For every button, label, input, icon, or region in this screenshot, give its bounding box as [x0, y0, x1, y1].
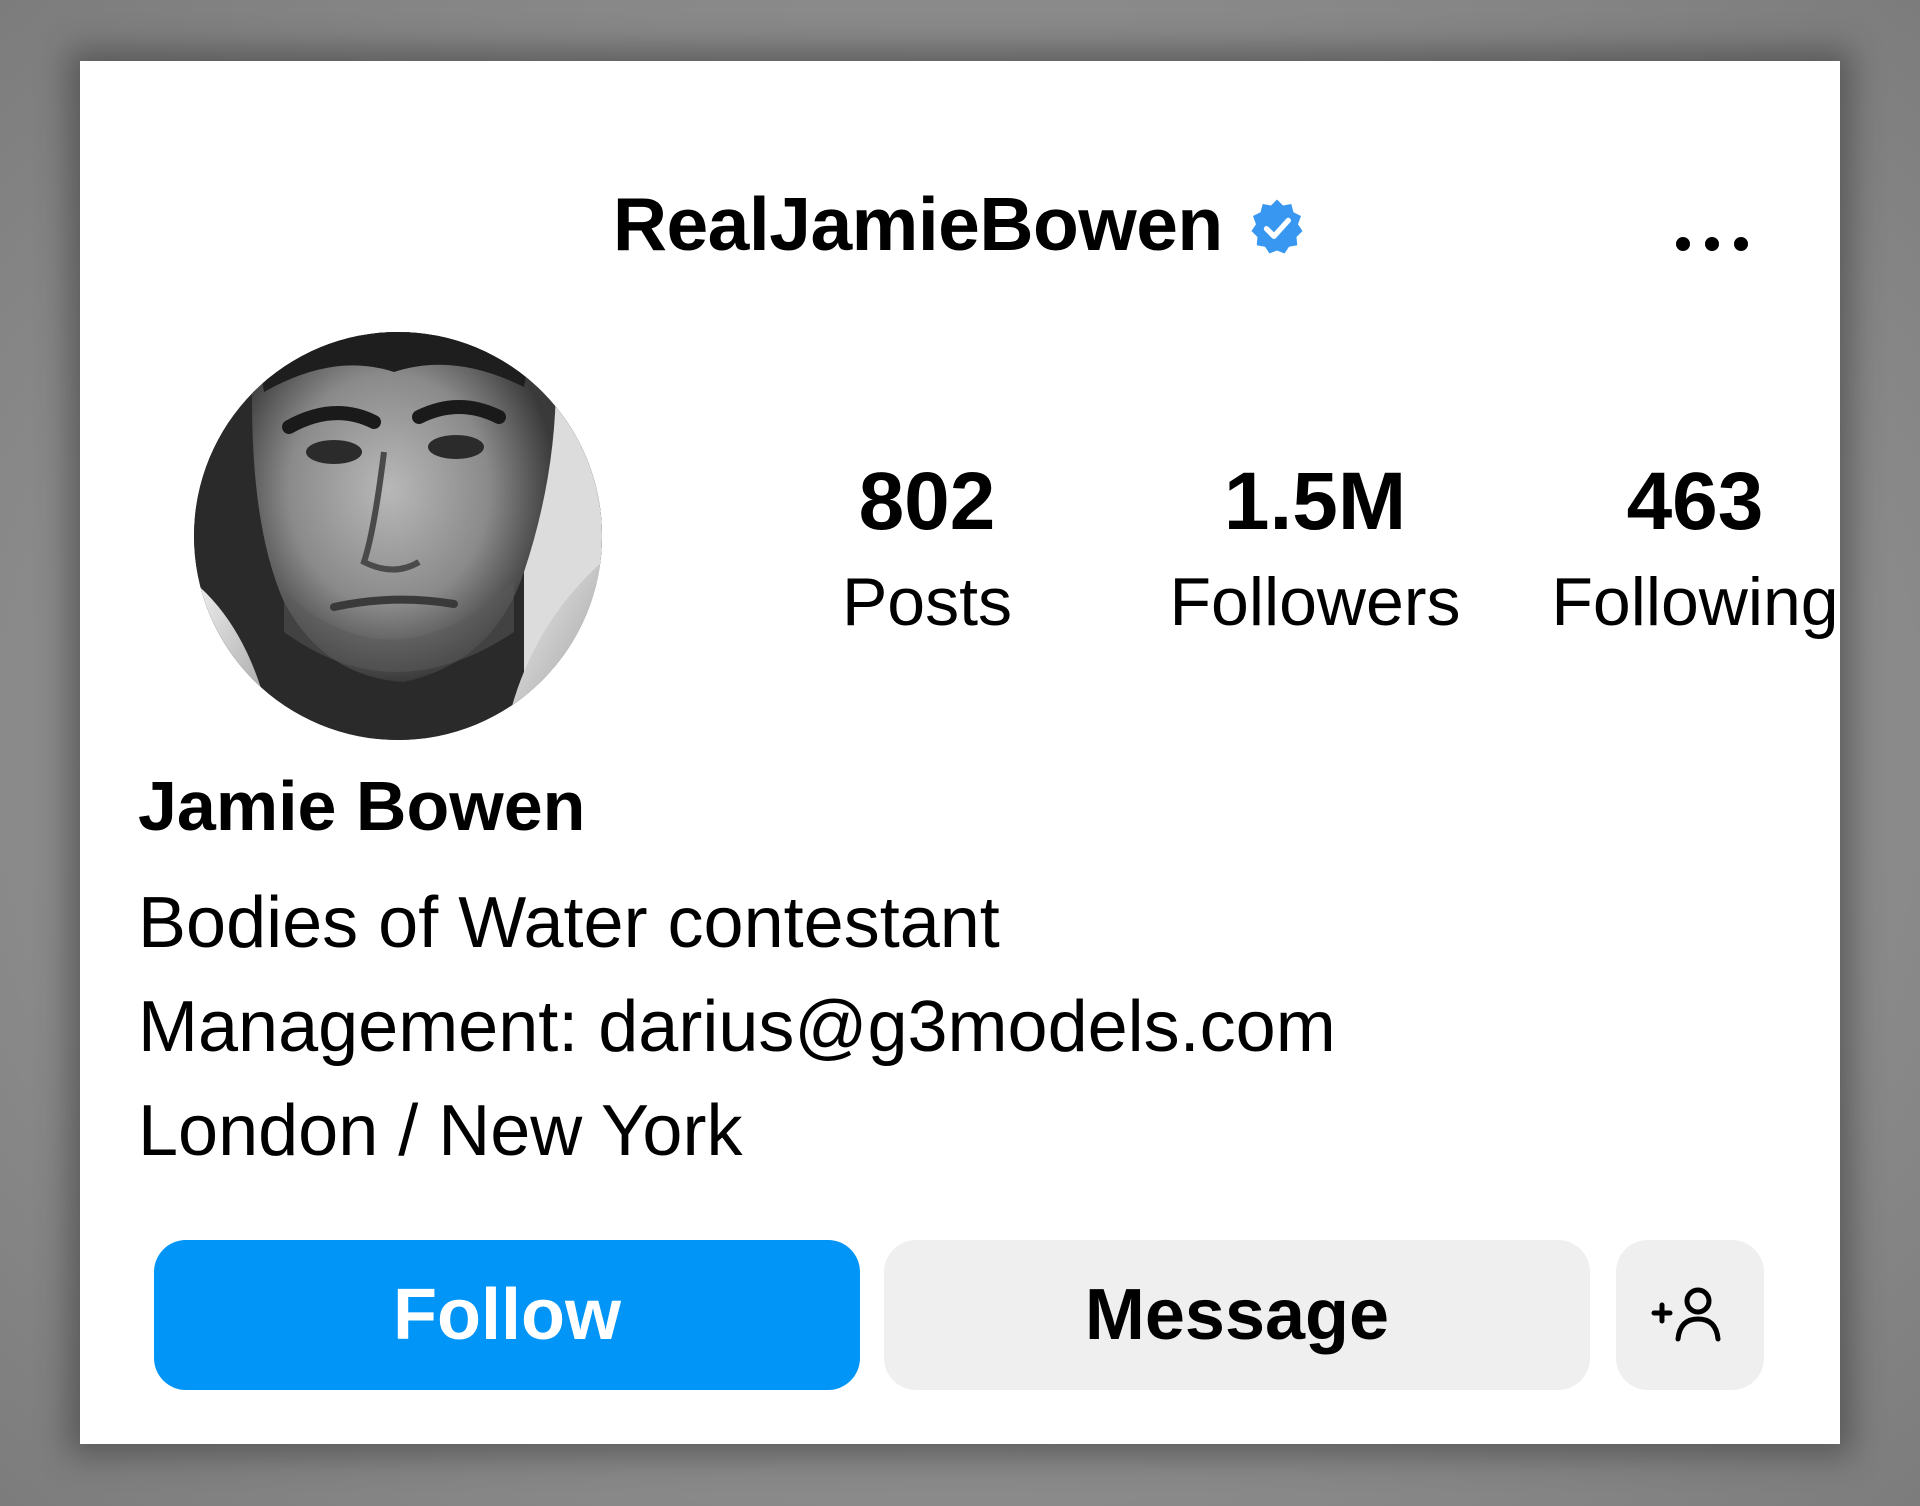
username: RealJamieBowen: [612, 182, 1223, 266]
stat-following[interactable]: 463 Following: [1520, 456, 1870, 640]
profile-bio: Jamie Bowen Bodies of Water contestant M…: [138, 771, 1336, 1183]
follow-button[interactable]: Follow: [154, 1240, 860, 1390]
display-name: Jamie Bowen: [138, 767, 586, 845]
followers-label: Followers: [1169, 564, 1461, 640]
bio-line-email: Management: darius@g3models.com: [138, 987, 1336, 1067]
stat-posts[interactable]: 802 Posts: [777, 456, 1077, 640]
profile-photo: [194, 332, 602, 740]
profile-actions: Follow Message: [80, 1240, 1840, 1392]
following-count: 463: [1626, 456, 1764, 547]
posts-label: Posts: [841, 564, 1013, 640]
message-button[interactable]: Message: [884, 1240, 1590, 1390]
bio-line-location: London / New York: [138, 1091, 743, 1171]
add-user-button[interactable]: [1616, 1240, 1764, 1390]
profile-header: RealJamieBowen: [80, 181, 1840, 301]
profile-card: RealJamieBowen 802 Posts 1.5M Followers …: [80, 61, 1840, 1444]
followers-count: 1.5M: [1223, 456, 1407, 547]
stat-followers[interactable]: 1.5M Followers: [1140, 456, 1490, 640]
posts-count: 802: [858, 456, 996, 547]
bio-line: Bodies of Water contestant: [138, 883, 1000, 963]
username-row: RealJamieBowen: [80, 181, 1840, 267]
more-options-icon[interactable]: [1672, 229, 1752, 259]
verified-badge-icon: [1247, 198, 1307, 258]
following-label: Following: [1551, 564, 1839, 640]
person-add-icon: [1651, 1287, 1721, 1342]
avatar[interactable]: [194, 332, 602, 740]
